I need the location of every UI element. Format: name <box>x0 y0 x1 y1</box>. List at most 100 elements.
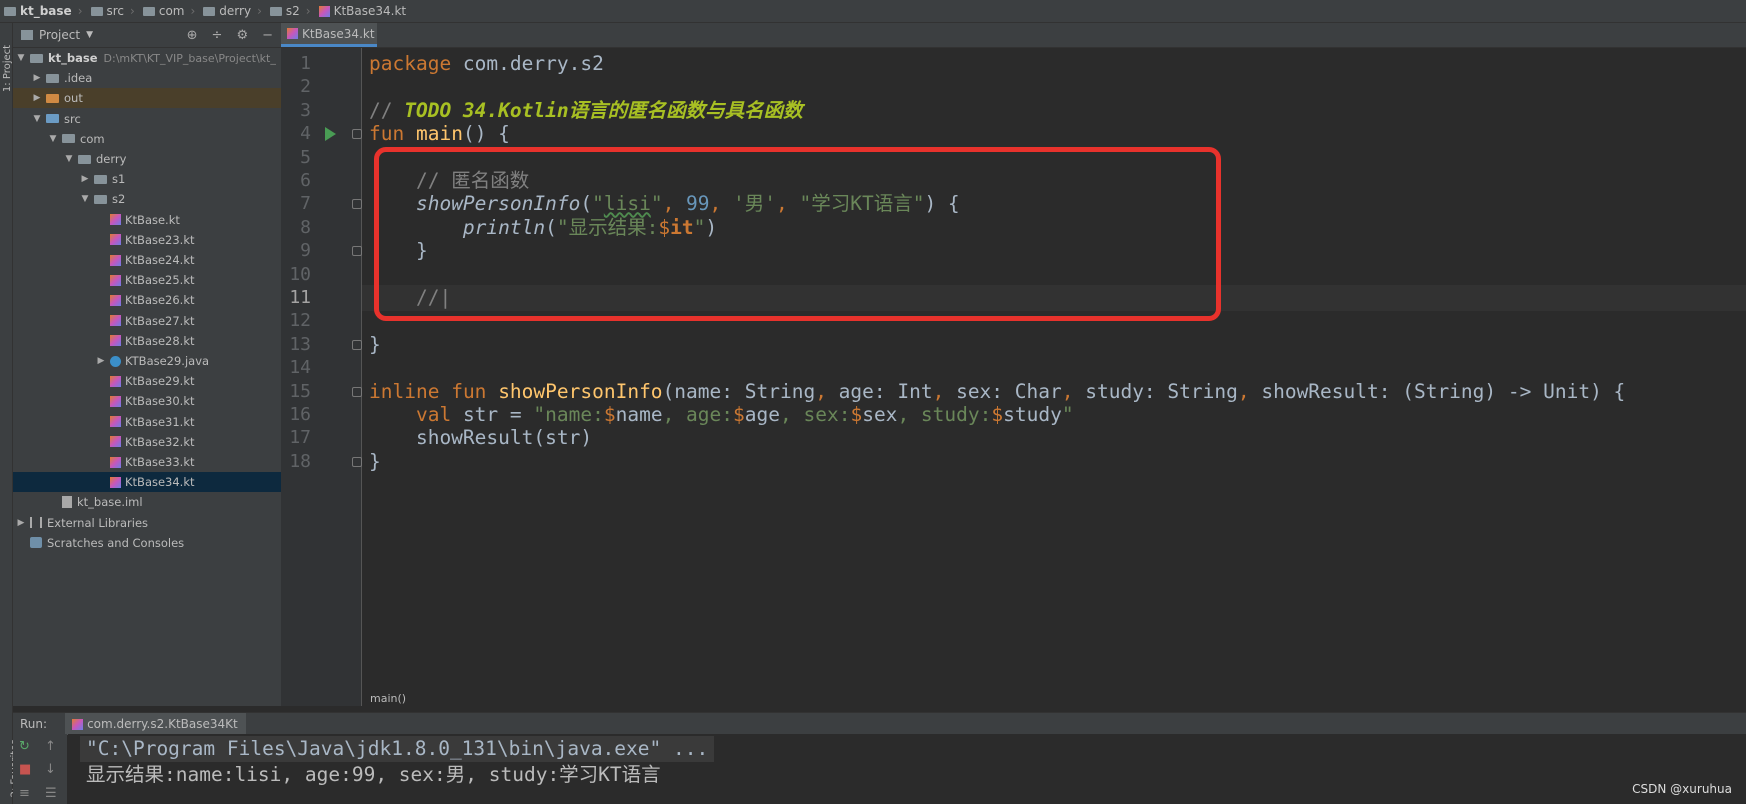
run-console[interactable]: "C:\Program Files\Java\jdk1.8.0_131\bin\… <box>68 734 1746 804</box>
tree-item[interactable]: ▼ src <box>13 109 281 129</box>
tree-item[interactable]: kt_base.iml <box>13 492 281 512</box>
kotlin-file-icon <box>110 294 121 306</box>
tree-item[interactable]: Scratches and Consoles <box>13 533 281 553</box>
tree-item[interactable]: KtBase34.kt <box>13 472 281 493</box>
chevron-right-icon[interactable]: ▶ <box>79 174 91 184</box>
tree-item-label: KtBase30.kt <box>125 394 195 409</box>
line-number: 12 <box>289 310 311 332</box>
chevron-right-icon[interactable]: ▶ <box>31 93 43 103</box>
pin-icon[interactable]: ≡ <box>19 786 30 801</box>
folder-icon <box>269 6 282 16</box>
tree-item[interactable]: KtBase28.kt <box>13 331 281 351</box>
code-token: , age: <box>662 403 734 426</box>
breadcrumb-label: src <box>106 4 125 18</box>
tree-item[interactable]: ▶ .idea <box>13 68 281 88</box>
tree-item[interactable]: KtBase24.kt <box>13 250 281 270</box>
stop-icon[interactable]: ■ <box>19 762 31 777</box>
code-token: } <box>369 449 381 473</box>
tree-item[interactable]: KtBase.kt <box>13 210 281 230</box>
breadcrumb-item[interactable]: src › <box>87 4 139 18</box>
code-token: (name: String <box>662 379 816 403</box>
tree-item[interactable]: KtBase31.kt <box>13 412 281 432</box>
tree-item[interactable]: KtBase32.kt <box>13 432 281 452</box>
project-view-selector[interactable]: Project <box>39 28 80 42</box>
tree-item-label: Scratches and Consoles <box>47 535 185 550</box>
code-token: age: Int <box>838 379 933 403</box>
fold-marker-icon[interactable] <box>352 456 362 467</box>
chevron-down-icon[interactable]: ▼ <box>63 154 75 164</box>
kotlin-file-icon <box>110 234 121 246</box>
code-token: sex: Char <box>956 379 1062 403</box>
chevron-right-icon[interactable]: ▶ <box>95 356 107 366</box>
tree-item[interactable]: ▼ com <box>13 129 281 149</box>
scratch-icon <box>30 537 42 549</box>
breadcrumb-item[interactable]: derry › <box>199 4 266 18</box>
code-line: val str = "name:$name, age:$age, sex:$se… <box>369 402 1074 428</box>
fold-marker-icon[interactable] <box>352 199 362 210</box>
chevron-down-icon[interactable]: ▼ <box>15 53 27 63</box>
rerun-icon[interactable]: ↻ <box>19 739 30 754</box>
tree-item[interactable]: KtBase30.kt <box>13 391 281 411</box>
folder-icon <box>46 93 59 103</box>
tree-item[interactable]: KtBase26.kt <box>13 290 281 310</box>
tree-item[interactable]: KtBase25.kt <box>13 270 281 290</box>
tree-item[interactable]: KtBase27.kt <box>13 311 281 331</box>
fold-marker-icon[interactable] <box>352 339 362 350</box>
tree-item[interactable]: ▶ KTBase29.java <box>13 351 281 371</box>
breadcrumb-item[interactable]: kt_base › <box>0 4 87 18</box>
tree-item[interactable]: KtBase23.kt <box>13 230 281 250</box>
line-number: 7 <box>300 193 311 215</box>
run-toolbar: ↻ ↑ ■ ↓ ≡ ☰ <box>13 734 67 804</box>
run-config-tab[interactable]: com.derry.s2.KtBase34Kt <box>65 713 246 735</box>
module-file-icon <box>62 496 72 509</box>
project-view-icon <box>21 30 33 40</box>
chevron-right-icon[interactable]: ▶ <box>15 518 27 528</box>
tab-ktbase34[interactable]: KtBase34.kt <box>281 23 377 47</box>
tree-item[interactable]: ▶ External Libraries <box>13 513 281 533</box>
tree-item[interactable]: ▼ s2 <box>13 189 281 209</box>
chevron-down-icon[interactable]: ▼ <box>47 134 59 144</box>
folder-icon <box>203 6 216 16</box>
code-token: str = <box>451 403 534 426</box>
fold-marker-icon[interactable] <box>352 129 362 140</box>
minimize-icon[interactable]: − <box>262 28 273 43</box>
tree-item[interactable]: KtBase29.kt <box>13 371 281 391</box>
folder-icon <box>4 6 16 16</box>
gear-icon[interactable]: ⚙ <box>236 28 248 43</box>
navigation-breadcrumb: kt_base › src › com › derry › s2 › KtBase34.kt <box>0 0 1746 23</box>
arrow-up-icon[interactable]: ↑ <box>45 739 56 754</box>
fold-marker-icon[interactable] <box>352 246 362 257</box>
code-token: $ <box>733 403 745 426</box>
line-number: 1 <box>300 53 311 74</box>
breadcrumb-item[interactable]: com › <box>139 4 199 18</box>
chevron-right-icon[interactable]: ▶ <box>31 73 43 83</box>
annotation-highlight-box <box>374 147 1221 321</box>
project-tool-button[interactable]: 1: Project <box>2 45 13 92</box>
fold-marker-icon[interactable] <box>352 386 362 397</box>
editor-footer-breadcrumb[interactable]: main() <box>362 692 1746 706</box>
tree-item-label: s2 <box>112 192 126 207</box>
tree-item[interactable]: ▶ out <box>13 88 281 109</box>
tree-item[interactable]: ▼ derry <box>13 149 281 169</box>
breadcrumb-item[interactable]: KtBase34.kt <box>315 4 411 18</box>
tree-item[interactable]: ▶ s1 <box>13 169 281 189</box>
wrap-icon[interactable]: ☰ <box>45 786 57 801</box>
code-token: $ <box>850 403 863 426</box>
breadcrumb-label: KtBase34.kt <box>333 4 407 18</box>
tree-item[interactable]: KtBase33.kt <box>13 452 281 472</box>
code-token: TODO 34.Kotlin语言的匿名函数与具名函数 <box>404 98 803 122</box>
code-token: fun <box>369 122 405 146</box>
arrow-down-icon[interactable]: ↓ <box>45 762 56 777</box>
chevron-down-icon[interactable]: ▼ <box>86 30 93 40</box>
locate-icon[interactable]: ⊕ <box>187 28 198 43</box>
chevron-down-icon[interactable]: ▼ <box>31 114 43 124</box>
run-icon[interactable] <box>325 127 336 142</box>
collapse-all-icon[interactable]: ÷ <box>212 28 223 43</box>
tree-item[interactable]: ▼ kt_base D:\mKT\KT_VIP_base\Project\kt_ <box>13 48 281 68</box>
tree-item-label: KtBase.kt <box>125 212 180 227</box>
chevron-down-icon[interactable]: ▼ <box>79 194 91 204</box>
tree-item-label: KtBase34.kt <box>125 475 195 490</box>
breadcrumb-item[interactable]: s2 › <box>266 4 315 18</box>
